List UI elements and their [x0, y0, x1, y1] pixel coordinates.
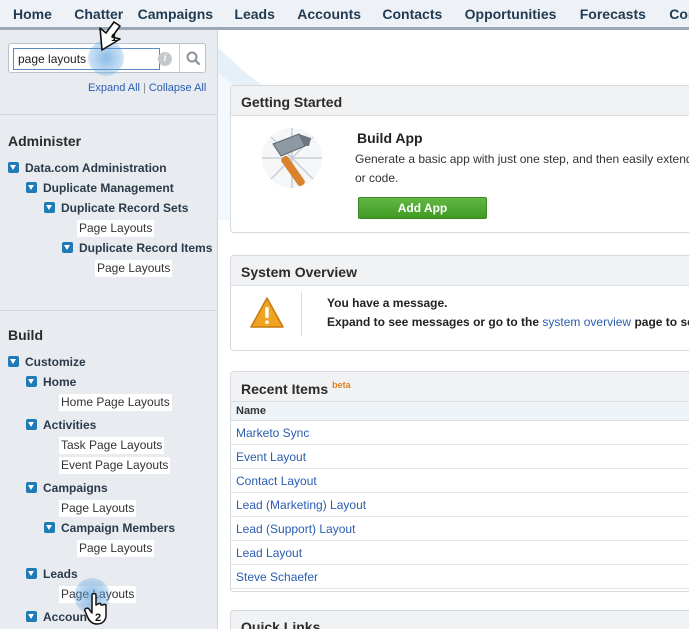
system-message-detail: Expand to see messages or go to the syst…	[327, 315, 689, 329]
quick-links-heading: Quick Links	[231, 611, 689, 629]
collapse-toggle-icon[interactable]	[8, 162, 19, 173]
tree-home[interactable]: Home	[26, 373, 76, 391]
step-number-badge: 1	[110, 32, 118, 44]
tab-home[interactable]: Home	[13, 0, 52, 27]
link-campaigns-page-layouts[interactable]: Page Layouts	[59, 500, 137, 517]
add-app-button[interactable]: Add App	[358, 197, 487, 219]
recent-item-link[interactable]: Lead Layout	[231, 541, 689, 565]
recent-item-link[interactable]: Event Layout	[231, 445, 689, 469]
tab-forecasts[interactable]: Forecasts	[580, 0, 646, 27]
tree-datacom-administration[interactable]: Data.com Administration	[8, 159, 167, 177]
tab-accounts[interactable]: Accounts	[297, 0, 361, 27]
tree-campaign-members[interactable]: Campaign Members	[44, 519, 175, 537]
collapse-toggle-icon[interactable]	[26, 611, 37, 622]
recent-item-link[interactable]: Steve Schaefer	[231, 565, 689, 589]
sidebar-divider	[0, 310, 217, 311]
column-header-name[interactable]: Name	[231, 402, 689, 421]
link-drs-page-layouts[interactable]: Page Layouts	[77, 220, 155, 237]
recent-item-link[interactable]: Lead (Marketing) Layout	[231, 493, 689, 517]
tab-contracts[interactable]: Contracts	[669, 0, 689, 27]
recent-item-link[interactable]: Lead (Support) Layout	[231, 517, 689, 541]
getting-started-heading: Getting Started	[231, 86, 689, 116]
collapse-all-link[interactable]: Collapse All	[149, 82, 206, 94]
tree-customize[interactable]: Customize	[8, 353, 86, 371]
tree-duplicate-record-sets[interactable]: Duplicate Record Sets	[44, 199, 188, 217]
sidebar-divider	[0, 114, 217, 115]
system-message: You have a message.	[327, 296, 448, 310]
search-button[interactable]	[179, 44, 206, 72]
collapse-toggle-icon[interactable]	[26, 376, 37, 387]
tab-opportunities[interactable]: Opportunities	[465, 0, 557, 27]
divider	[301, 292, 302, 336]
build-app-description-cont: or code.	[355, 171, 399, 185]
build-heading: Build	[8, 327, 43, 343]
main-content: Getting Started Build App Generate a bas…	[218, 30, 689, 629]
tab-leads[interactable]: Leads	[234, 0, 274, 27]
collapse-toggle-icon[interactable]	[62, 242, 73, 253]
recent-item-link[interactable]: Marketo Sync	[231, 421, 689, 445]
info-icon[interactable]: i	[158, 52, 172, 66]
recent-items-panel: Recent Items beta Name Marketo Sync Event…	[230, 371, 689, 592]
link-task-page-layouts[interactable]: Task Page Layouts	[59, 437, 165, 454]
collapse-toggle-icon[interactable]	[44, 202, 55, 213]
search-icon	[186, 51, 201, 66]
beta-badge: beta	[332, 380, 351, 390]
administer-heading: Administer	[8, 133, 82, 149]
collapse-toggle-icon[interactable]	[26, 482, 37, 493]
recent-item-link[interactable]: Contact Layout	[231, 469, 689, 493]
quick-links-panel: Quick Links	[230, 610, 689, 629]
collapse-toggle-icon[interactable]	[26, 182, 37, 193]
tree-leads[interactable]: Leads	[26, 565, 78, 583]
system-overview-link[interactable]: system overview	[542, 315, 631, 329]
recent-items-heading: Recent Items beta	[231, 372, 689, 402]
collapse-toggle-icon[interactable]	[26, 419, 37, 430]
expand-all-link[interactable]: Expand All	[88, 82, 140, 94]
link-campaign-members-page-layouts[interactable]: Page Layouts	[77, 540, 155, 557]
link-event-page-layouts[interactable]: Event Page Layouts	[59, 457, 171, 474]
link-dri-page-layouts[interactable]: Page Layouts	[95, 260, 173, 277]
build-app-heading: Build App	[357, 130, 423, 146]
step-number-badge: 2	[94, 612, 102, 624]
tree-campaigns[interactable]: Campaigns	[26, 479, 108, 497]
tab-campaigns[interactable]: Campaigns	[138, 0, 213, 27]
tree-duplicate-management[interactable]: Duplicate Management	[26, 179, 174, 197]
warning-icon	[250, 297, 284, 328]
tree-activities[interactable]: Activities	[26, 416, 96, 434]
system-overview-panel: System Overview You have a message. Expa…	[230, 255, 689, 351]
tab-contacts[interactable]: Contacts	[382, 0, 442, 27]
collapse-toggle-icon[interactable]	[8, 356, 19, 367]
tree-duplicate-record-items[interactable]: Duplicate Record Items	[62, 239, 212, 257]
link-separator: |	[142, 82, 146, 94]
system-overview-heading: System Overview	[231, 256, 689, 286]
hammer-icon	[262, 128, 322, 188]
setup-sidebar: i Expand All|Collapse All Administer Dat…	[0, 30, 218, 629]
link-home-page-layouts[interactable]: Home Page Layouts	[59, 394, 172, 411]
build-app-description: Generate a basic app with just one step,…	[355, 152, 689, 166]
collapse-toggle-icon[interactable]	[26, 568, 37, 579]
collapse-toggle-icon[interactable]	[44, 522, 55, 533]
expand-collapse-links: Expand All | Collapse All	[88, 82, 206, 94]
quick-find-input[interactable]	[13, 48, 160, 70]
getting-started-panel: Getting Started Build App Generate a bas…	[230, 85, 689, 233]
